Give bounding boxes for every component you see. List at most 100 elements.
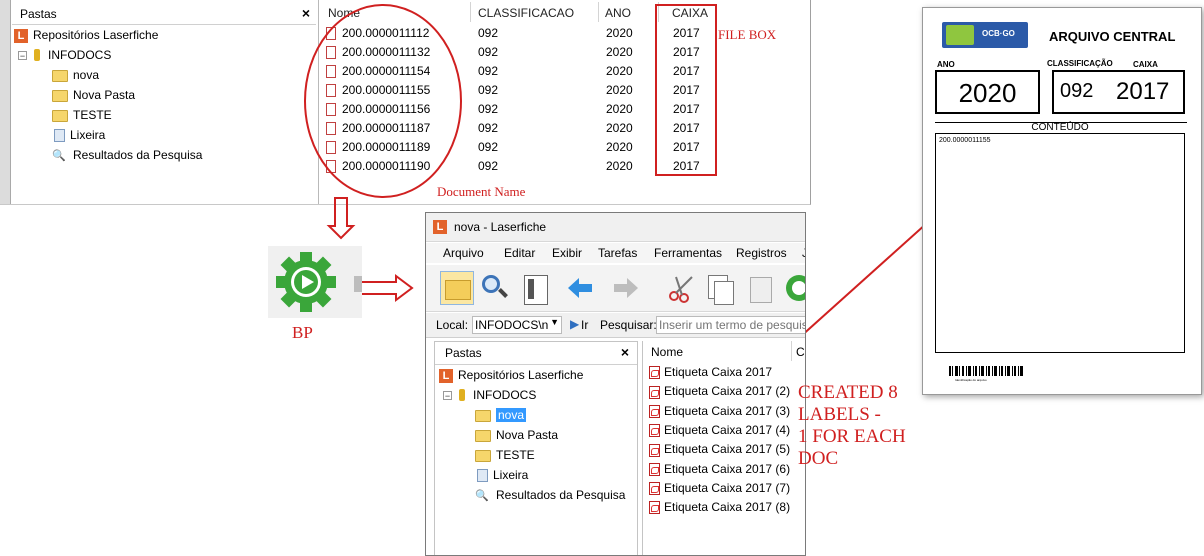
document-row[interactable]: Etiqueta Caixa 2017 (3) bbox=[649, 404, 790, 418]
tree-item-label: Lixeira bbox=[493, 468, 529, 482]
label-title: ARQUIVO CENTRAL bbox=[1049, 29, 1176, 44]
laserfiche-icon: L bbox=[433, 220, 447, 234]
document-name-ellipse bbox=[304, 4, 462, 198]
tree-item-nova-pasta[interactable]: Nova Pasta bbox=[475, 426, 558, 444]
created-labels-annotation: CREATED 8 LABELS - 1 FOR EACH DOC bbox=[798, 382, 906, 470]
tree-item-infodocs[interactable]: − INFODOCS bbox=[443, 386, 536, 404]
menu-tarefas[interactable]: Tarefas bbox=[598, 246, 637, 260]
window-title: nova - Laserfiche bbox=[454, 220, 547, 234]
document-row[interactable]: Etiqueta Caixa 2017 (4) bbox=[649, 423, 790, 438]
search-input[interactable] bbox=[656, 316, 805, 334]
classificacao-label: CLASSIFICAÇÃO bbox=[1047, 59, 1113, 68]
pdf-icon bbox=[649, 482, 660, 496]
cut-icon[interactable] bbox=[666, 271, 700, 305]
column-header-nome[interactable]: Nome bbox=[651, 345, 683, 359]
go-arrow-icon[interactable]: ▶ bbox=[570, 317, 579, 331]
folder-icon bbox=[475, 429, 491, 442]
box-label-card: OCB·GO ARQUIVO CENTRAL ANO 2020 CLASSIFI… bbox=[922, 7, 1202, 395]
menu-ferramentas[interactable]: Ferramentas bbox=[654, 246, 722, 260]
ocb-go-logo: OCB·GO bbox=[942, 22, 1028, 48]
search-label: Pesquisar: bbox=[600, 318, 657, 332]
document-row[interactable]: Etiqueta Caixa 2017 (7) bbox=[649, 480, 791, 496]
annotation-line: LABELS - bbox=[798, 404, 881, 425]
tree-item-teste[interactable]: TESTE bbox=[475, 446, 535, 464]
tree-item-resultados[interactable]: 🔍 Resultados da Pesquisa bbox=[475, 486, 625, 504]
document-row[interactable]: Etiqueta Caixa 2017 (2) bbox=[649, 384, 791, 399]
gear-play-icon bbox=[276, 252, 362, 312]
menu-registros[interactable]: Registros bbox=[736, 246, 787, 260]
tree-item-lixeira[interactable]: Lixeira bbox=[477, 466, 528, 484]
menu-exibir[interactable]: Exibir bbox=[552, 246, 582, 260]
column-divider[interactable] bbox=[791, 341, 792, 361]
paste-icon[interactable] bbox=[744, 271, 778, 305]
tree-item-label: TESTE bbox=[496, 448, 535, 462]
collapse-icon[interactable]: − bbox=[443, 391, 452, 401]
forward-arrow-icon[interactable] bbox=[610, 271, 644, 305]
pdf-icon bbox=[649, 501, 660, 515]
document-name-annotation: Document Name bbox=[437, 184, 526, 199]
divider bbox=[935, 122, 1187, 123]
document-view-icon[interactable] bbox=[518, 271, 552, 305]
pdf-icon bbox=[649, 385, 660, 399]
menu-editar[interactable]: Editar bbox=[504, 246, 535, 260]
annotation-line: DOC bbox=[798, 448, 839, 469]
tree-item-repositorios[interactable]: L Repositórios Laserfiche bbox=[439, 366, 583, 384]
annotation-line: 1 FOR EACH bbox=[798, 426, 906, 447]
recycle-bin-icon bbox=[477, 469, 488, 483]
down-arrow bbox=[326, 197, 356, 240]
tree-item-label: nova bbox=[496, 408, 527, 422]
ano-label: ANO bbox=[937, 60, 955, 69]
repository-icon bbox=[456, 388, 468, 403]
file-box-rectangle bbox=[655, 4, 717, 176]
document-name: Etiqueta Caixa 2017 (6) bbox=[664, 461, 791, 476]
title-bar: L nova - Laserfiche bbox=[426, 213, 805, 242]
logo-emblem-icon bbox=[946, 25, 974, 45]
document-name: Etiqueta Caixa 2017 bbox=[664, 365, 773, 379]
bp-annotation: BP bbox=[292, 323, 313, 342]
laserfiche-icon: L bbox=[439, 368, 453, 383]
run-process-icon[interactable] bbox=[782, 271, 805, 305]
address-bar: Local: INFODOCS\n ▼ ▶ Ir Pesquisar: bbox=[426, 313, 805, 338]
go-button[interactable]: Ir bbox=[581, 318, 588, 332]
conteudo-label: CONTEÚDO bbox=[1031, 122, 1089, 133]
document-row[interactable]: Etiqueta Caixa 2017 (6) bbox=[649, 462, 790, 476]
annotation-line: CREATED 8 bbox=[798, 382, 898, 403]
open-folder-icon[interactable] bbox=[440, 271, 474, 305]
logo-text: OCB·GO bbox=[982, 29, 1015, 38]
classificacao-value: 092 bbox=[1060, 80, 1094, 102]
folder-icon bbox=[475, 449, 491, 462]
back-arrow-icon[interactable] bbox=[562, 271, 596, 305]
search-icon[interactable] bbox=[478, 271, 512, 305]
document-name: Etiqueta Caixa 2017 (2) bbox=[664, 384, 791, 399]
document-row[interactable]: Etiqueta Caixa 2017 (5) bbox=[649, 442, 790, 457]
pdf-icon bbox=[649, 462, 660, 476]
conteudo-value: 200.0000011155 bbox=[939, 137, 991, 144]
document-name: Etiqueta Caixa 2017 (7) bbox=[664, 480, 791, 495]
folders-panel: Pastas × L Repositórios Laserfiche − INFOD… bbox=[434, 341, 638, 555]
close-icon[interactable]: × bbox=[621, 344, 629, 360]
pdf-icon bbox=[649, 404, 660, 418]
column-header-2[interactable]: C bbox=[796, 345, 805, 359]
local-label: Local: bbox=[436, 318, 469, 332]
folders-panel-title: Pastas bbox=[445, 346, 482, 360]
tree-item-nova-selected[interactable]: nova bbox=[475, 406, 527, 424]
ano-box: 2020 bbox=[935, 70, 1040, 114]
caixa-value: 2017 bbox=[1116, 78, 1170, 105]
local-path-combobox[interactable]: INFODOCS\n ▼ bbox=[472, 316, 562, 334]
toolbar bbox=[426, 265, 805, 312]
document-name: Etiqueta Caixa 2017 (3) bbox=[664, 403, 791, 418]
folders-panel-header: Pastas × bbox=[435, 342, 637, 365]
copy-icon[interactable] bbox=[704, 271, 738, 305]
dropdown-arrow-icon[interactable]: ▼ bbox=[550, 317, 559, 327]
menu-truncated[interactable]: J bbox=[802, 246, 805, 260]
tree-item-label: Nova Pasta bbox=[496, 428, 559, 442]
local-path-value: INFODOCS\n bbox=[475, 318, 549, 332]
pdf-icon bbox=[649, 366, 660, 380]
tree-item-label: Repositórios Laserfiche bbox=[458, 368, 584, 382]
document-row[interactable]: Etiqueta Caixa 2017 (8) bbox=[649, 500, 790, 515]
bp-icon-box bbox=[268, 246, 362, 318]
menu-arquivo[interactable]: Arquivo bbox=[443, 246, 484, 260]
document-row[interactable]: Etiqueta Caixa 2017 bbox=[649, 365, 773, 380]
folder-icon bbox=[475, 409, 491, 422]
bottom-laserfiche-window: L nova - Laserfiche Arquivo Editar Exibi… bbox=[425, 212, 806, 556]
